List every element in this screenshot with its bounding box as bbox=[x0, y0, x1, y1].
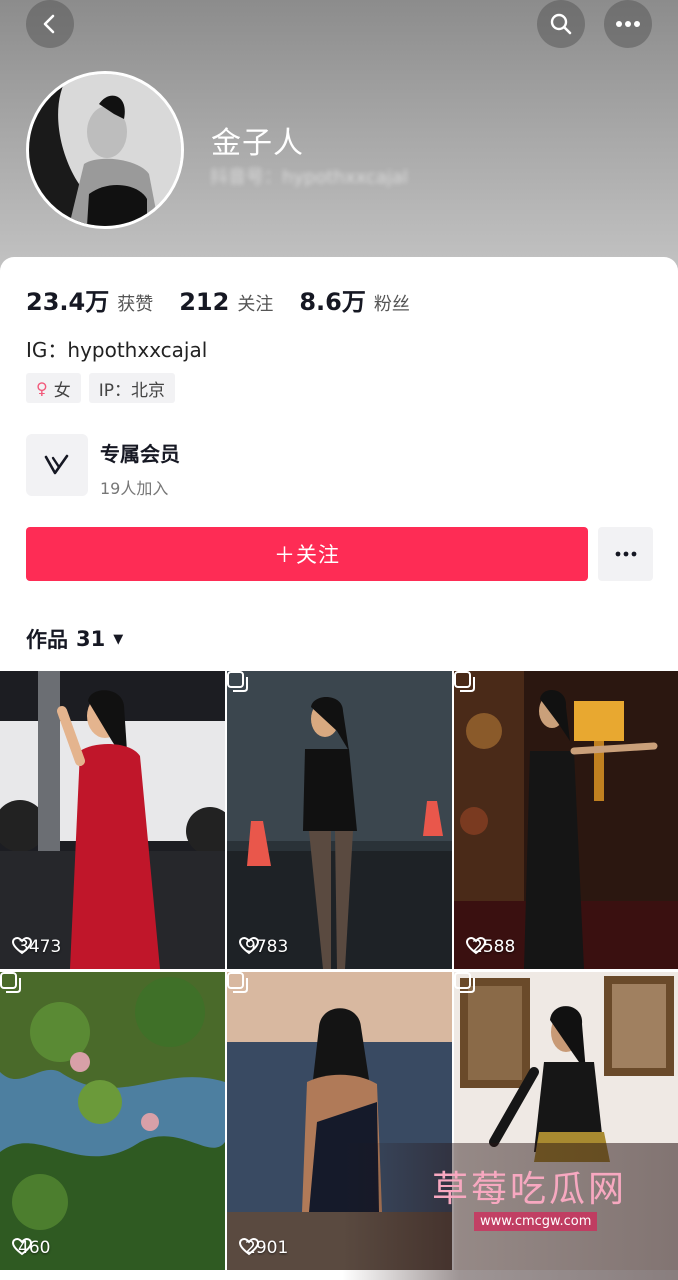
multi-image-icon bbox=[227, 671, 248, 692]
profile-name: 金子人 bbox=[211, 126, 304, 161]
heart-icon bbox=[239, 937, 259, 955]
avatar[interactable] bbox=[26, 71, 184, 229]
post-likes: 9783 bbox=[239, 937, 288, 957]
multi-image-icon bbox=[454, 671, 475, 692]
female-icon: ♀ bbox=[36, 378, 48, 398]
member-title: 专属会员 bbox=[100, 442, 180, 466]
multi-image-icon bbox=[0, 972, 21, 993]
exclusive-member-entry[interactable]: 专属会员 19人加入 bbox=[26, 434, 180, 499]
post-likes: 2901 bbox=[239, 1238, 288, 1258]
member-subtitle: 19人加入 bbox=[100, 479, 169, 498]
multi-image-icon bbox=[227, 972, 248, 993]
stat-value: 8.6万 bbox=[299, 288, 366, 316]
stat-followers[interactable]: 8.6万 粉丝 bbox=[299, 282, 410, 317]
stat-value: 23.4万 bbox=[26, 288, 110, 316]
post-tile[interactable]: 9783 bbox=[227, 671, 452, 969]
stat-likes[interactable]: 23.4万 获赞 bbox=[26, 282, 153, 317]
back-button[interactable] bbox=[26, 0, 74, 48]
caret-down-icon: ▼ bbox=[113, 631, 124, 647]
gender-tag: ♀ 女 bbox=[26, 373, 81, 403]
works-tab[interactable]: 作品 31 ▼ bbox=[26, 624, 123, 654]
heart-icon bbox=[12, 1238, 32, 1256]
profile-id: 抖音号：hypothxxcajal bbox=[210, 167, 408, 188]
search-icon bbox=[550, 13, 572, 35]
post-tile[interactable]: 2588 bbox=[454, 671, 678, 969]
heart-icon bbox=[466, 937, 486, 955]
chevron-left-icon bbox=[43, 14, 55, 34]
works-count: 31 bbox=[76, 627, 106, 651]
ip-tag: IP：北京 bbox=[88, 373, 175, 403]
heart-icon bbox=[239, 1238, 259, 1256]
bio-text: IG：hypothxxcajal bbox=[26, 338, 208, 362]
stat-value: 212 bbox=[179, 288, 230, 316]
ellipsis-icon bbox=[615, 551, 636, 557]
gender-label: 女 bbox=[53, 380, 71, 401]
multi-image-icon bbox=[454, 972, 475, 993]
works-label: 作品 bbox=[26, 628, 68, 652]
ip-label: IP：北京 bbox=[98, 380, 165, 401]
stat-label: 粉丝 bbox=[373, 294, 410, 315]
post-likes: 2588 bbox=[466, 937, 515, 957]
profile-tags: ♀ 女 IP：北京 bbox=[26, 373, 183, 403]
post-tile[interactable]: 3473 bbox=[0, 671, 225, 969]
more-actions-button[interactable] bbox=[598, 527, 653, 581]
post-likes: 3473 bbox=[12, 937, 61, 957]
post-tile[interactable]: 460 bbox=[0, 972, 225, 1270]
ellipsis-icon bbox=[616, 21, 640, 27]
heart-icon bbox=[12, 937, 32, 955]
post-likes: 460 bbox=[12, 1238, 50, 1258]
search-button[interactable] bbox=[537, 0, 585, 48]
follow-button[interactable]: ＋关注 bbox=[26, 527, 588, 581]
stat-label: 关注 bbox=[237, 294, 274, 315]
member-logo-icon bbox=[26, 434, 88, 496]
more-options-button[interactable] bbox=[604, 0, 652, 48]
stats-row: 23.4万 获赞 212 关注 8.6万 粉丝 bbox=[26, 282, 436, 317]
watermark-title: 草莓吃瓜网 bbox=[432, 1169, 628, 1210]
stat-label: 获赞 bbox=[117, 294, 154, 315]
stat-following[interactable]: 212 关注 bbox=[179, 288, 273, 316]
watermark-url: www.cmcgw.com bbox=[474, 1212, 598, 1231]
